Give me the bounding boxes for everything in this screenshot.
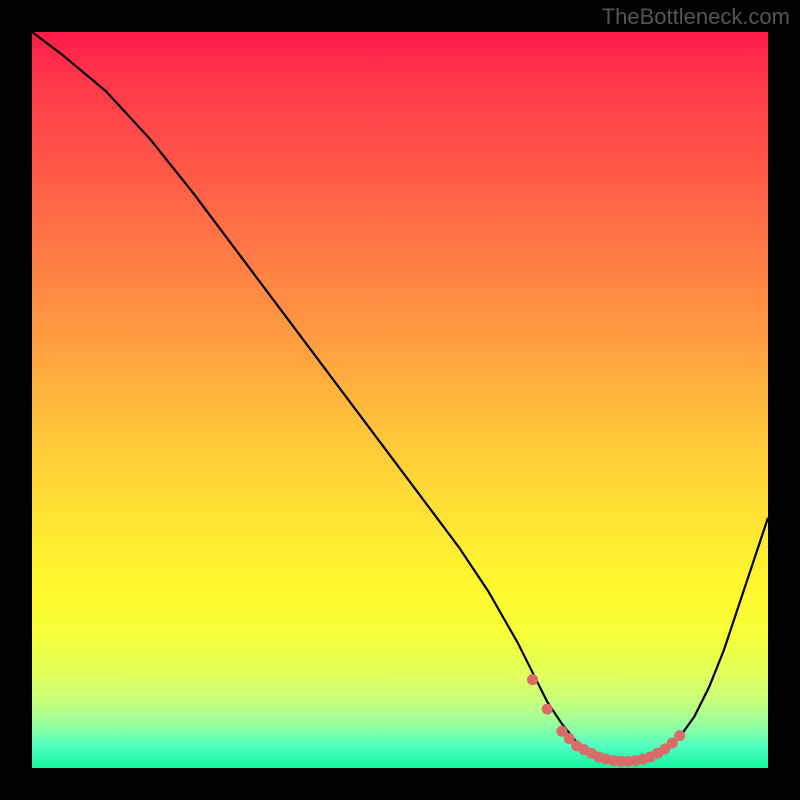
watermark-text: TheBottleneck.com bbox=[602, 4, 790, 30]
chart-svg bbox=[32, 32, 768, 768]
main-curve-line bbox=[32, 32, 768, 762]
marker-dot bbox=[674, 730, 685, 741]
marker-dot bbox=[542, 704, 553, 715]
marker-dot bbox=[527, 674, 538, 685]
marker-dots bbox=[527, 674, 685, 767]
plot-area bbox=[32, 32, 768, 768]
